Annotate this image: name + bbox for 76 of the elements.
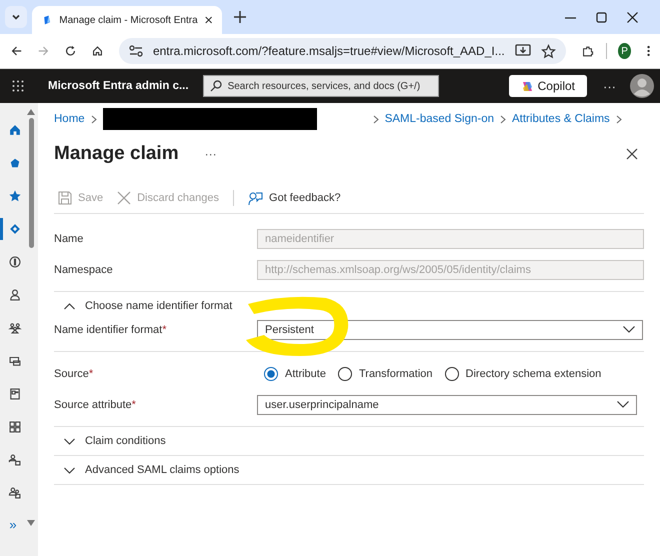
install-icon[interactable] — [514, 44, 531, 58]
radio-option[interactable]: Directory schema extension — [444, 366, 602, 380]
chevron-down-icon — [64, 466, 75, 474]
chevron-icon — [500, 114, 506, 124]
field-label: Source attribute — [54, 398, 132, 410]
field-label: Namespace — [54, 264, 113, 276]
dropdown[interactable]: Persistent — [257, 320, 643, 340]
url-text: entra.microsoft.com/?feature.msaljs=true#view/Microsoft_AAD_I... — [152, 44, 505, 58]
home-icon[interactable] — [92, 44, 103, 58]
devices-icon — [8, 354, 22, 368]
favicon-icon — [42, 13, 52, 27]
more-button[interactable]: ··· — [204, 147, 217, 161]
chevron-down-icon — [623, 326, 635, 333]
feedback-button[interactable]: Got feedback? — [244, 190, 345, 206]
chevron-icon — [616, 114, 622, 124]
copilot-icon — [520, 80, 534, 92]
close-icon — [117, 191, 132, 205]
chevron-up-icon — [64, 302, 75, 310]
people-icon — [8, 321, 22, 335]
chevron-down-icon — [64, 438, 75, 444]
account-avatar[interactable] — [630, 74, 654, 98]
required-mark: * — [88, 368, 94, 380]
feedback-icon — [248, 190, 264, 206]
tab-title: Manage claim - Microsoft Entra — [59, 14, 198, 26]
page-icon — [8, 387, 22, 401]
required-mark: * — [132, 398, 136, 410]
chevron-icon — [372, 114, 379, 124]
breadcrumb-link[interactable]: Home — [54, 113, 85, 125]
address-bar[interactable]: entra.microsoft.com/?feature.msaljs=true#view/Microsoft_AAD_I... — [118, 38, 566, 64]
expand-button[interactable]: » — [0, 517, 26, 532]
search-icon — [210, 80, 222, 92]
grid-icon — [8, 420, 22, 434]
person-lock-icon — [8, 453, 22, 467]
browser-tab[interactable]: Manage claim - Microsoft Entra — [32, 6, 222, 34]
section-header[interactable]: Advanced SAML claims options — [54, 462, 240, 478]
section-header[interactable]: Claim conditions — [54, 433, 166, 449]
new-tab-icon[interactable] — [234, 11, 246, 23]
portal-title[interactable]: Microsoft Entra admin c... — [48, 80, 189, 92]
radio-option[interactable]: Transformation — [338, 366, 433, 380]
radio-option[interactable]: Attribute — [264, 366, 326, 380]
scroll-down-icon[interactable] — [27, 520, 35, 526]
back-icon[interactable] — [11, 44, 22, 58]
info-icon — [8, 255, 22, 269]
profile-avatar[interactable]: P — [618, 43, 631, 59]
section-header[interactable]: Choose name identifier format — [54, 298, 232, 314]
required-mark: * — [162, 324, 166, 336]
field-label: Name identifier format — [54, 324, 162, 336]
person-icon — [8, 288, 22, 302]
save-icon — [58, 191, 72, 205]
close-icon[interactable] — [204, 15, 212, 25]
close-icon[interactable] — [626, 148, 638, 160]
extensions-icon[interactable] — [582, 44, 594, 58]
site-settings-icon[interactable] — [128, 45, 143, 57]
star-icon[interactable] — [540, 44, 556, 58]
field-label: Name — [54, 232, 84, 244]
tab-list-button[interactable] — [5, 6, 27, 28]
star-icon — [8, 189, 22, 203]
close-icon[interactable] — [627, 12, 638, 23]
maximize-icon[interactable] — [596, 12, 607, 23]
dropdown[interactable]: user.userprincipalname — [257, 394, 637, 414]
breadcrumb-link[interactable]: SAML-based Sign-on — [384, 113, 494, 125]
home-icon — [8, 123, 22, 137]
app-launcher-icon[interactable] — [12, 80, 24, 92]
page-title: Manage claim — [54, 143, 179, 165]
field-label: Source — [54, 368, 89, 380]
chevron-icon — [90, 114, 97, 124]
menu-icon[interactable] — [646, 44, 650, 58]
people-icon — [8, 486, 22, 500]
diamond-icon — [8, 222, 22, 236]
chevron-down-icon — [617, 401, 629, 408]
copilot-button[interactable]: Copilot — [508, 75, 587, 97]
more-button[interactable]: ··· — [603, 78, 616, 94]
reload-icon[interactable] — [64, 44, 76, 58]
breadcrumb-link[interactable]: Attributes & Claims — [512, 113, 610, 125]
scroll-up-icon[interactable] — [27, 109, 35, 115]
search-field[interactable]: Search resources, services, and docs (G+/) — [202, 75, 439, 97]
